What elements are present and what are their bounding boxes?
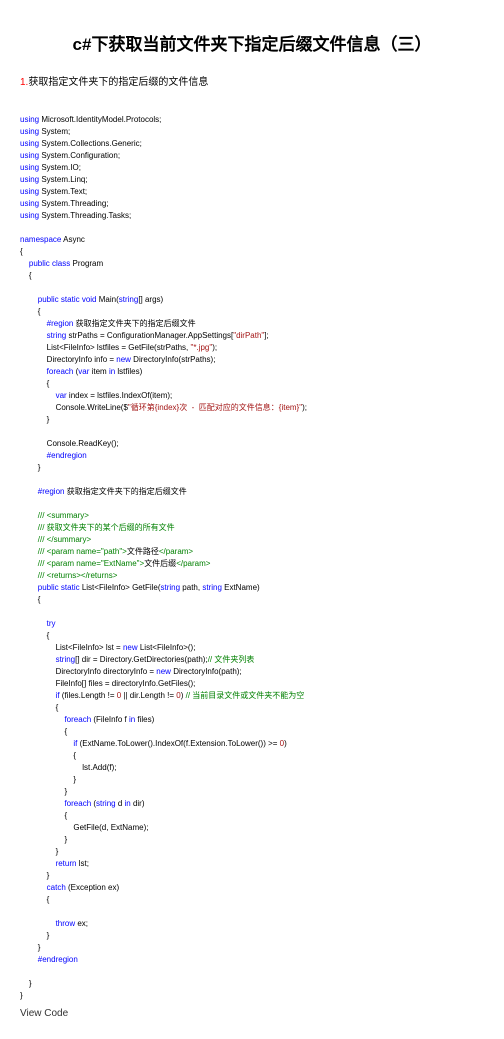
section-description: 1.获取指定⽂件夹下的指定后缀的⽂件信息 bbox=[20, 73, 484, 88]
code-caption: View Code bbox=[20, 1008, 484, 1019]
section-text: 获取指定⽂件夹下的指定后缀的⽂件信息 bbox=[28, 77, 208, 88]
page-title: c#下获取当前⽂件夹下指定后缀⽂件信息（三） bbox=[20, 30, 484, 55]
code-block: using Microsoft.IdentityModel.Protocols;… bbox=[20, 102, 484, 1002]
